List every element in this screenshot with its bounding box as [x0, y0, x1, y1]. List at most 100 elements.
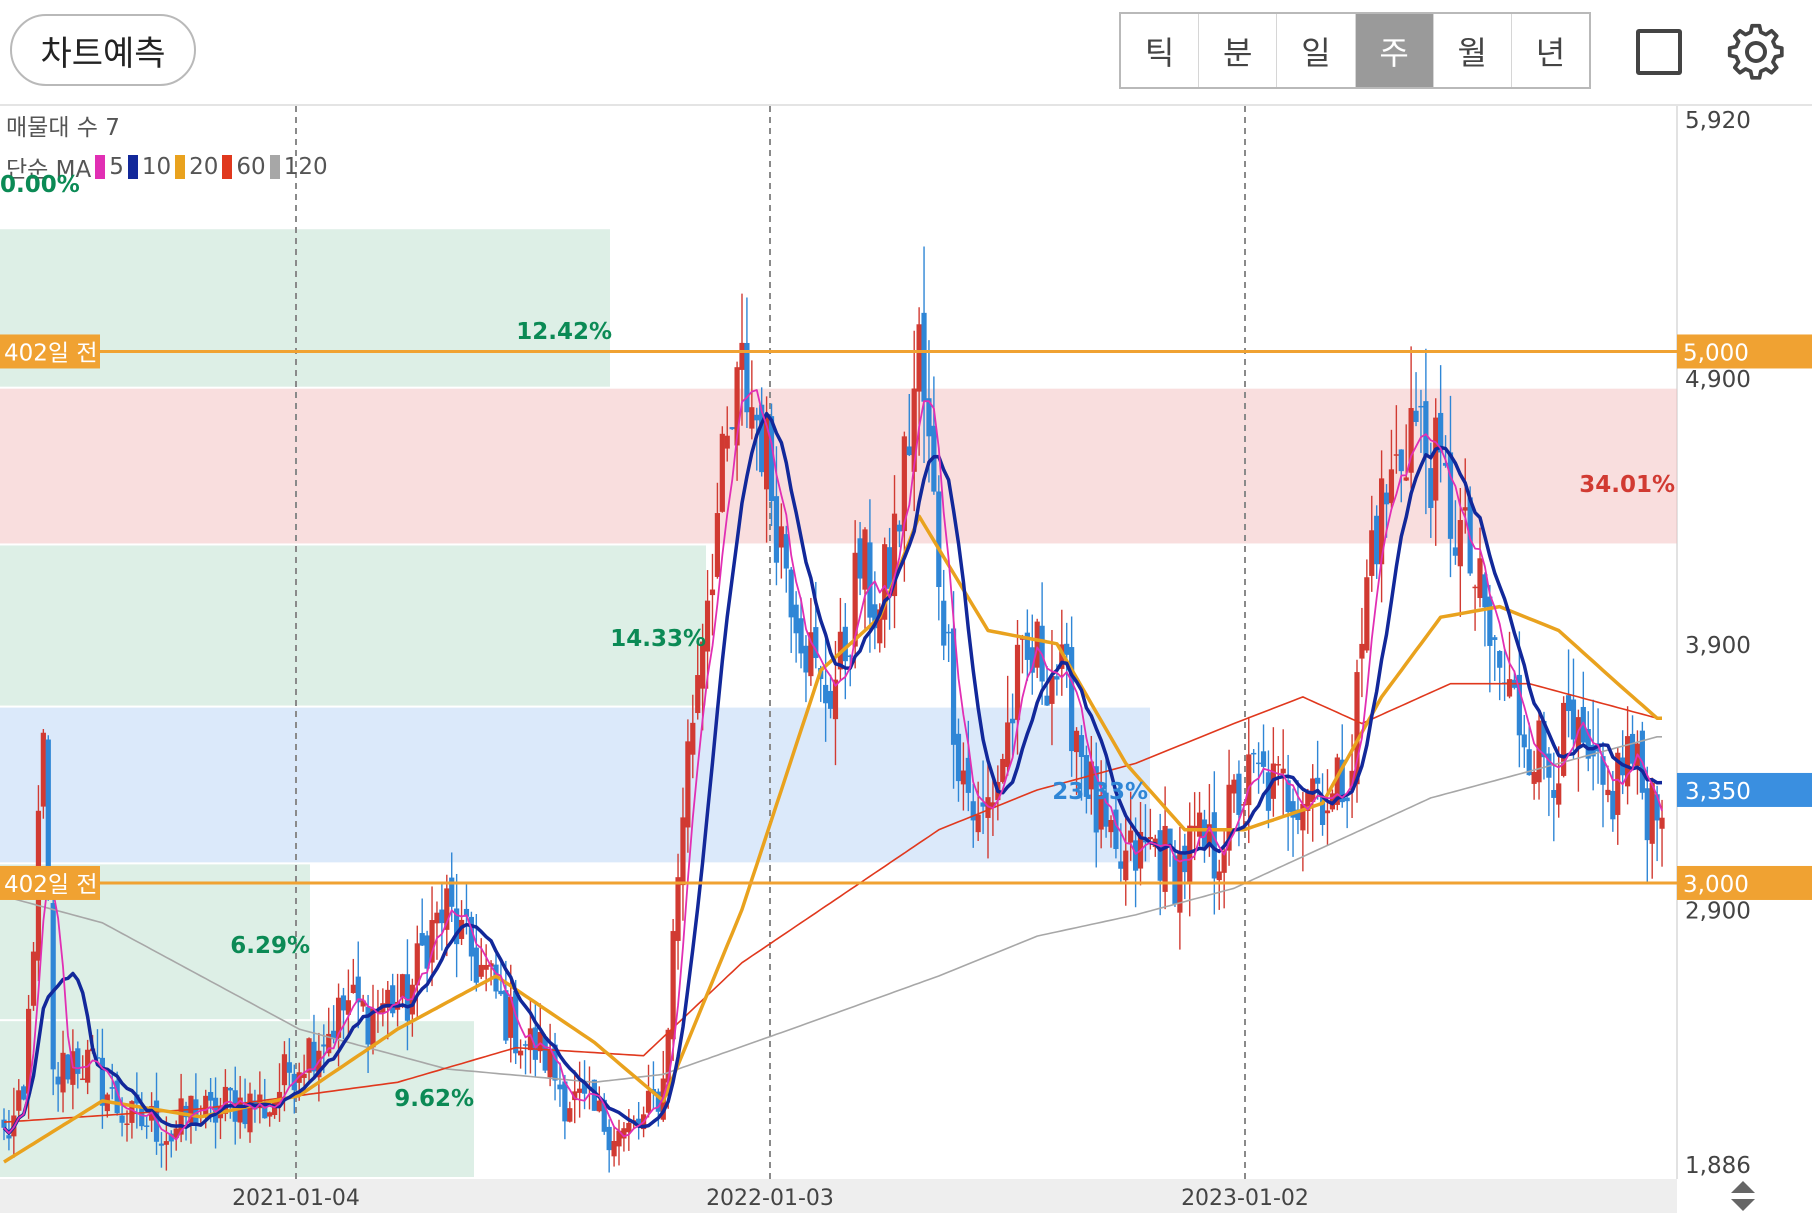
candle-body — [267, 1112, 273, 1117]
candle-body — [227, 1087, 233, 1091]
candle-body — [434, 912, 440, 924]
candle-body — [1403, 477, 1409, 481]
candle-body — [404, 974, 411, 1021]
ma10-swatch — [127, 155, 138, 179]
candle-body — [144, 1125, 150, 1127]
ma20-label: 20 — [189, 154, 219, 180]
volume-profile-percent-label: 34.01% — [1579, 472, 1675, 498]
period-selector: 틱 분 일 주 월 년 — [1119, 12, 1591, 89]
candle-body — [1167, 828, 1173, 846]
candle-body — [247, 1093, 253, 1133]
candle-body — [1492, 637, 1498, 640]
candle-body — [690, 722, 696, 755]
candle-body — [946, 631, 952, 634]
candle-body — [827, 690, 834, 709]
y-axis-panel — [1677, 106, 1812, 1213]
candle-body — [1374, 515, 1380, 565]
candle-body — [60, 1052, 66, 1093]
candle-body — [719, 433, 725, 512]
candle-body — [960, 770, 966, 785]
candle-body — [1428, 468, 1434, 508]
candle-body — [1073, 730, 1080, 753]
candle-body — [1133, 840, 1139, 871]
candle-body — [1064, 643, 1070, 655]
candle-body — [542, 1037, 548, 1071]
candle-body — [916, 324, 922, 392]
candle-body — [906, 446, 912, 456]
candle-body — [1324, 810, 1331, 814]
candle-body — [55, 1076, 61, 1085]
y-tick-label: 2,900 — [1685, 899, 1751, 925]
candle-body — [1315, 777, 1321, 784]
volume-profile-percent-label: 23.33% — [1052, 779, 1148, 805]
candle-body — [1069, 647, 1075, 752]
candle-body — [896, 524, 903, 532]
candle-body — [1506, 679, 1513, 697]
candle-body — [823, 684, 829, 704]
candle-body — [1388, 469, 1395, 504]
candle-body — [1644, 788, 1650, 841]
candle-body — [670, 931, 676, 1040]
candle-body — [788, 569, 794, 618]
candle-body — [109, 1087, 115, 1089]
candle-body — [749, 407, 755, 429]
candle-body — [778, 526, 784, 548]
current-price-label: 3,350 — [1685, 779, 1751, 805]
candle-body — [340, 995, 347, 1011]
candle-body — [1236, 773, 1242, 815]
candle-body — [739, 342, 745, 370]
candle-body — [1344, 797, 1350, 802]
tab-month[interactable]: 월 — [1434, 14, 1512, 87]
candle-body — [921, 312, 927, 402]
ma20-swatch — [175, 155, 186, 179]
y-tick-label: 5,920 — [1685, 108, 1751, 134]
candle-body — [1157, 830, 1163, 881]
gear-icon[interactable] — [1726, 22, 1786, 82]
candle-body — [1123, 850, 1129, 881]
tab-day[interactable]: 일 — [1277, 14, 1356, 87]
candle-body — [1280, 768, 1286, 774]
tab-minute[interactable]: 분 — [1199, 14, 1278, 87]
candle-body — [970, 801, 976, 821]
tab-tick[interactable]: 틱 — [1121, 14, 1200, 87]
candle-body — [208, 1091, 214, 1101]
candle-body — [867, 542, 873, 618]
candle-body — [626, 1122, 632, 1133]
up-down-arrows-icon[interactable] — [1728, 1180, 1758, 1212]
candle-body — [498, 990, 504, 995]
candle-body — [6, 1135, 12, 1139]
candle-body — [562, 1081, 568, 1122]
x-tick-label: 2022-01-03 — [706, 1186, 834, 1211]
candle-body — [1078, 735, 1085, 758]
candle-body — [842, 626, 848, 662]
candle-body — [645, 1090, 652, 1113]
candle-body — [80, 1078, 86, 1081]
chart-predict-button[interactable]: 차트예측 — [10, 14, 196, 86]
candle-body — [803, 645, 809, 673]
candle-body — [321, 1044, 327, 1047]
candle-body — [1275, 764, 1281, 766]
candlestick-chart[interactable]: 2021-01-04 2022-01-03 2023-01-02 12.42% 34.0… — [0, 106, 1812, 1213]
candle-body — [1477, 558, 1483, 599]
volume-profile-percent-label: 6.29% — [230, 933, 310, 959]
candle-body — [557, 1084, 563, 1090]
candle-body — [1260, 751, 1267, 767]
candle-body — [724, 435, 730, 449]
candle-body — [1147, 836, 1153, 840]
candle-body — [306, 1038, 312, 1073]
square-icon[interactable] — [1636, 29, 1682, 75]
candle-body — [1216, 871, 1222, 881]
tab-week[interactable]: 주 — [1355, 14, 1434, 87]
tab-year[interactable]: 년 — [1512, 14, 1589, 87]
candle-body — [1383, 492, 1390, 505]
candle-body — [21, 1086, 27, 1100]
candle-body — [1369, 530, 1375, 576]
candle-body — [1521, 734, 1527, 748]
y-tick-label: 3,900 — [1685, 633, 1751, 659]
candle-body — [577, 1088, 583, 1093]
candle-body — [1433, 417, 1439, 501]
candle-body — [675, 877, 681, 941]
candle-body — [1398, 449, 1404, 472]
ma60-label: 60 — [236, 154, 266, 180]
candle-body — [1565, 695, 1572, 712]
